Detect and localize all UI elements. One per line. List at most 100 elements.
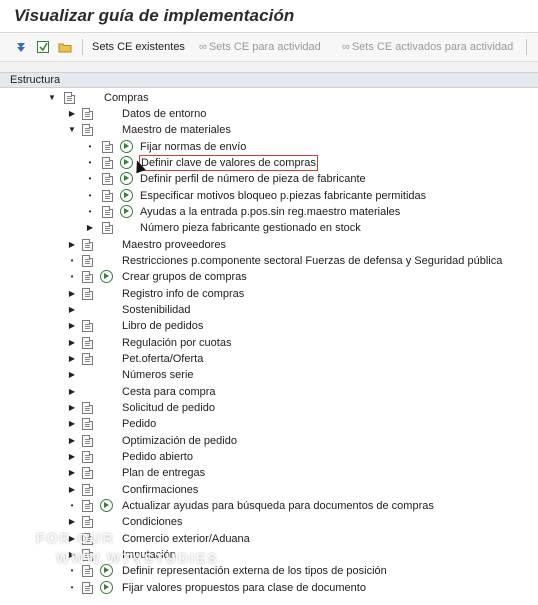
tree-activity-selected[interactable]: • Definir clave de valores de compras xyxy=(0,155,538,171)
tree-activity[interactable]: • Actualizar ayudas para búsqueda para d… xyxy=(0,498,538,514)
expand-icon[interactable]: ▶ xyxy=(68,482,76,498)
document-icon[interactable] xyxy=(82,288,93,300)
expand-icon[interactable]: ▶ xyxy=(68,433,76,449)
collapse-icon[interactable]: ▼ xyxy=(48,90,56,106)
document-icon[interactable] xyxy=(102,157,113,169)
expand-icon[interactable]: ▶ xyxy=(68,302,76,318)
expand-tree-icon[interactable] xyxy=(14,39,28,55)
document-icon[interactable] xyxy=(82,402,93,414)
expand-icon[interactable]: ▶ xyxy=(68,465,76,481)
tree-node[interactable]: ▶ Plan de entregas xyxy=(0,465,538,481)
tree-node[interactable]: ▶ Cesta para compra xyxy=(0,384,538,400)
tree-node[interactable]: ▶ Maestro proveedores xyxy=(0,237,538,253)
document-icon[interactable] xyxy=(64,92,75,104)
sets-existentes-button[interactable]: Sets CE existentes xyxy=(92,39,185,55)
tree-node-label: Libro de pedidos xyxy=(122,320,204,332)
tree-activity[interactable]: • Fijar normas de envío xyxy=(0,139,538,155)
tree-activity[interactable]: • Definir perfil de número de pieza de f… xyxy=(0,171,538,187)
document-icon[interactable] xyxy=(82,582,93,594)
tree-node[interactable]: ▶ Pedido xyxy=(0,416,538,432)
document-icon[interactable] xyxy=(82,337,93,349)
tree-node[interactable]: ▶ Número pieza fabricante gestionado en … xyxy=(0,220,538,236)
tree-node[interactable]: ▶ Libro de pedidos xyxy=(0,318,538,334)
tree-node[interactable]: ▶ Solicitud de pedido xyxy=(0,400,538,416)
tree-node[interactable]: ▶ Pet.oferta/Oferta xyxy=(0,351,538,367)
expand-icon[interactable]: ▶ xyxy=(68,106,76,122)
execute-icon[interactable] xyxy=(100,499,113,512)
tree-node-label: Especificar motivos bloqueo p.piezas fab… xyxy=(140,190,427,202)
document-icon[interactable] xyxy=(102,173,113,185)
document-icon[interactable] xyxy=(102,206,113,218)
document-icon[interactable] xyxy=(82,239,93,251)
document-icon[interactable] xyxy=(82,124,93,136)
document-icon[interactable] xyxy=(82,467,93,479)
execute-icon[interactable] xyxy=(120,140,133,153)
document-icon[interactable] xyxy=(102,222,113,234)
bullet: • xyxy=(88,142,92,151)
expand-icon[interactable]: ▶ xyxy=(68,318,76,334)
tree-node[interactable]: ▶ Regulación por cuotas xyxy=(0,335,538,351)
document-icon[interactable] xyxy=(82,320,93,332)
tree-node[interactable]: ▶ Sostenibilidad xyxy=(0,302,538,318)
document-icon[interactable] xyxy=(82,108,93,120)
execute-icon[interactable] xyxy=(120,156,133,169)
document-icon[interactable] xyxy=(82,255,93,267)
tree-node-compras[interactable]: ▼ Compras xyxy=(0,90,538,106)
expand-icon[interactable]: ▶ xyxy=(68,367,76,383)
execute-icon[interactable] xyxy=(120,172,133,185)
sets-para-actividad-button[interactable]: ∞ Sets CE para actividad xyxy=(199,39,321,55)
window-title: Visualizar guía de implementación xyxy=(14,6,295,25)
sets-activados-button[interactable]: ∞ Sets CE activados para actividad xyxy=(342,39,513,55)
tree-node[interactable]: ▶ Optimización de pedido xyxy=(0,433,538,449)
tree-node[interactable]: ▶ Registro info de compras xyxy=(0,286,538,302)
folder-icon[interactable] xyxy=(58,39,72,55)
document-icon[interactable] xyxy=(102,141,113,153)
tree-node-label: Compras xyxy=(104,92,149,104)
column-header: Estructura xyxy=(0,72,538,88)
toolbar-strip xyxy=(0,62,538,72)
expand-icon[interactable]: ▶ xyxy=(86,220,94,236)
execute-icon[interactable] xyxy=(100,270,113,283)
tree-node[interactable]: ▼ Maestro de materiales xyxy=(0,122,538,138)
expand-icon[interactable]: ▶ xyxy=(68,400,76,416)
expand-icon[interactable]: ▶ xyxy=(68,237,76,253)
document-icon[interactable] xyxy=(82,353,93,365)
document-icon[interactable] xyxy=(82,435,93,447)
expand-icon[interactable]: ▶ xyxy=(68,384,76,400)
watermark-line2: WWW.WTVSTUDIES xyxy=(56,550,219,566)
document-icon[interactable] xyxy=(82,451,93,463)
tree-activity[interactable]: • Especificar motivos bloqueo p.piezas f… xyxy=(0,188,538,204)
document-icon[interactable] xyxy=(82,418,93,430)
tree-activity[interactable]: • Fijar valores propuestos para clase de… xyxy=(0,580,538,596)
document-icon[interactable] xyxy=(82,484,93,496)
document-icon[interactable] xyxy=(82,500,93,512)
collapse-icon[interactable]: ▼ xyxy=(68,122,76,138)
tree-activity[interactable]: • Restricciones p.componente sectoral Fu… xyxy=(0,253,538,269)
execute-icon[interactable] xyxy=(100,581,113,594)
execute-icon[interactable] xyxy=(120,189,133,202)
tree-node[interactable]: ▶ Números serie xyxy=(0,367,538,383)
expand-icon[interactable]: ▶ xyxy=(68,514,76,530)
tree-activity[interactable]: • Ayudas a la entrada p.pos.sin reg.maes… xyxy=(0,204,538,220)
document-icon[interactable] xyxy=(82,271,93,283)
tree-node[interactable]: ▶ Pedido abierto xyxy=(0,449,538,465)
tree-activity[interactable]: • Crear grupos de compras xyxy=(0,269,538,285)
bullet: • xyxy=(70,272,74,281)
tree-node-label: Actualizar ayudas para búsqueda para doc… xyxy=(122,500,434,512)
tree-node[interactable]: ▶ Datos de entorno xyxy=(0,106,538,122)
execute-icon[interactable] xyxy=(120,205,133,218)
bullet: • xyxy=(88,158,92,167)
bullet: • xyxy=(70,501,74,510)
expand-icon[interactable]: ▶ xyxy=(68,351,76,367)
tree-node[interactable]: ▶ Condiciones xyxy=(0,514,538,530)
expand-icon[interactable]: ▶ xyxy=(68,335,76,351)
document-icon[interactable] xyxy=(82,516,93,528)
expand-icon[interactable]: ▶ xyxy=(68,286,76,302)
document-icon[interactable] xyxy=(102,190,113,202)
select-icon[interactable] xyxy=(36,39,50,55)
tree-node-label: Condiciones xyxy=(122,516,183,528)
expand-icon[interactable]: ▶ xyxy=(68,449,76,465)
tree-node[interactable]: ▶ Confirmaciones xyxy=(0,482,538,498)
expand-icon[interactable]: ▶ xyxy=(68,416,76,432)
document-icon[interactable] xyxy=(82,565,93,577)
